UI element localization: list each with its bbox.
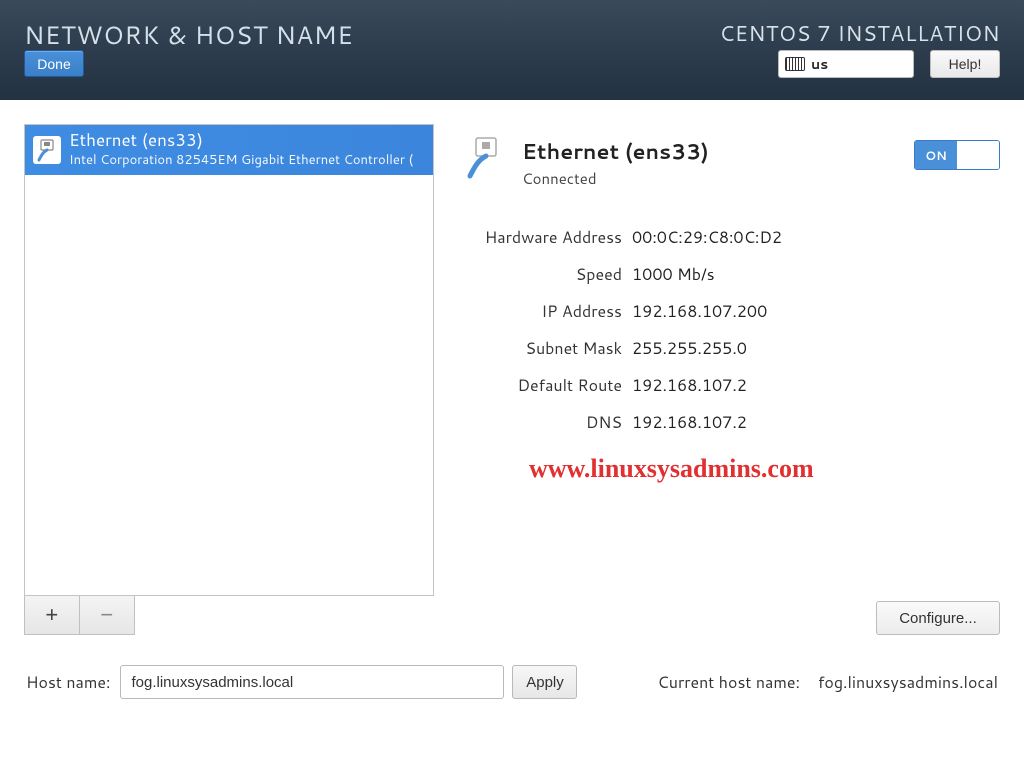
device-column: Ethernet (ens33) Intel Corporation 82545… [24,124,434,635]
detail-row-ip: IP Address192.168.107.200 [464,293,1000,330]
hostname-row: Host name: Apply Current host name: fog.… [0,635,1024,699]
ethernet-icon [33,136,61,164]
configure-button[interactable]: Configure... [876,601,1000,635]
toggle-off-half [957,141,999,169]
detail-row-speed: Speed1000 Mb/s [464,256,1000,293]
connection-toggle[interactable]: ON [914,140,1000,170]
detail-row-hwaddr: Hardware Address00:0C:29:C8:0C:D2 [464,219,1000,256]
current-hostname-label: Current host name: [657,671,800,694]
ethernet-large-icon [464,136,508,180]
apply-button[interactable]: Apply [512,665,577,699]
done-button[interactable]: Done [24,50,84,77]
detail-row-route: Default Route192.168.107.2 [464,367,1000,404]
hostname-input[interactable] [120,665,504,699]
connection-title: Ethernet (ens33) [522,136,709,166]
connection-details: Hardware Address00:0C:29:C8:0C:D2 Speed1… [464,219,1000,441]
connection-panel: Ethernet (ens33) Connected ON Hardware A… [444,124,1000,635]
keyboard-icon [785,57,805,71]
device-list[interactable]: Ethernet (ens33) Intel Corporation 82545… [24,124,434,596]
watermark-text: www.linuxsysadmins.com [529,454,814,484]
keyboard-layout-value: us [811,54,828,74]
page-title: NETWORK & HOST NAME [24,18,353,53]
detail-row-mask: Subnet Mask255.255.255.0 [464,330,1000,367]
current-hostname-value: fog.linuxsysadmins.local [818,671,998,694]
device-item-ethernet[interactable]: Ethernet (ens33) Intel Corporation 82545… [25,125,433,175]
help-button[interactable]: Help! [930,50,1000,78]
device-subtitle: Intel Corporation 82545EM Gigabit Ethern… [69,151,413,169]
install-title: CENTOS 7 INSTALLATION [719,18,1000,48]
keyboard-layout-selector[interactable]: us [778,50,914,78]
add-remove-buttons: + − [24,596,135,635]
detail-row-dns: DNS192.168.107.2 [464,404,1000,441]
toggle-on-label: ON [915,141,957,169]
device-title: Ethernet (ens33) [69,131,413,151]
remove-device-button[interactable]: − [80,596,135,634]
add-device-button[interactable]: + [25,596,80,634]
top-bar: NETWORK & HOST NAME Done CENTOS 7 INSTAL… [0,0,1024,100]
content-area: Ethernet (ens33) Intel Corporation 82545… [0,100,1024,635]
hostname-label: Host name: [26,671,110,694]
connection-status: Connected [522,168,709,189]
